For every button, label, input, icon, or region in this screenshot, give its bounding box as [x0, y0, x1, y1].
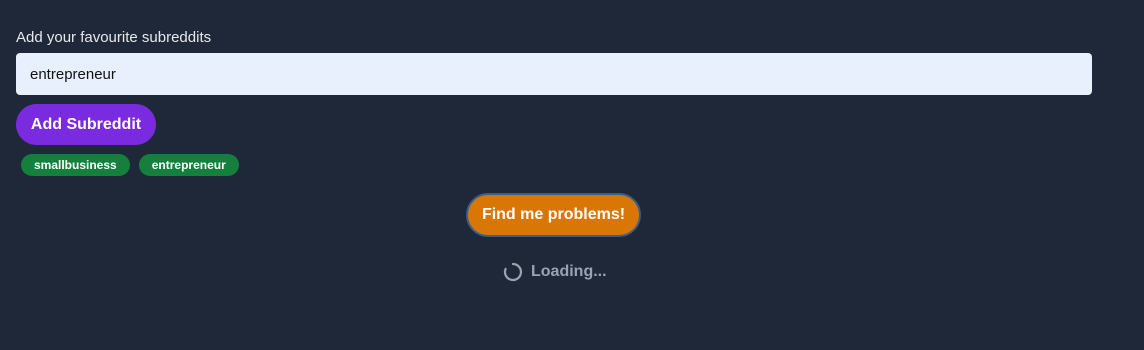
subreddit-input-label: Add your favourite subreddits [16, 29, 212, 46]
loading-text: Loading... [531, 263, 607, 280]
subreddit-input[interactable] [16, 53, 1092, 95]
spinner-icon [503, 262, 523, 282]
subreddit-tag[interactable]: smallbusiness [21, 154, 130, 176]
loading-indicator: Loading... [503, 262, 607, 282]
subreddit-tag-list: smallbusiness entrepreneur [21, 154, 239, 176]
find-problems-button[interactable]: Find me problems! [466, 193, 641, 237]
subreddit-tag[interactable]: entrepreneur [138, 154, 239, 176]
add-subreddit-button[interactable]: Add Subreddit [16, 104, 156, 145]
